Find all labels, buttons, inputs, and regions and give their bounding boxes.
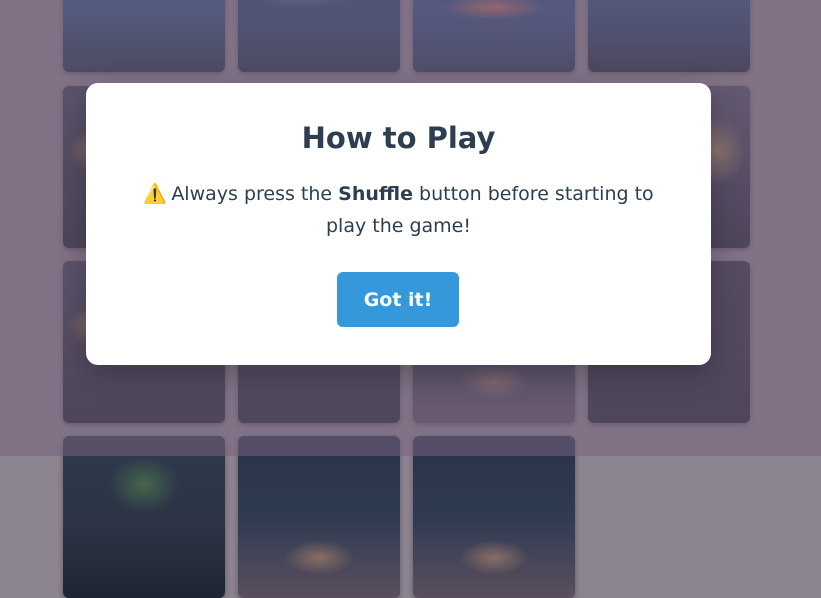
puzzle-tile[interactable]	[413, 436, 575, 598]
dialog-message: ⚠️ Always press the Shuffle button before…	[126, 178, 671, 242]
puzzle-tile[interactable]	[238, 436, 400, 598]
puzzle-tile[interactable]	[63, 436, 225, 598]
shuffle-keyword: Shuffle	[338, 183, 413, 205]
warning-icon: ⚠️	[143, 183, 167, 205]
how-to-play-dialog: How to Play ⚠️ Always press the Shuffle b…	[86, 83, 711, 365]
got-it-button[interactable]: Got it!	[337, 272, 459, 327]
dialog-title: How to Play	[301, 121, 496, 155]
message-text-start: Always press the	[171, 183, 339, 205]
